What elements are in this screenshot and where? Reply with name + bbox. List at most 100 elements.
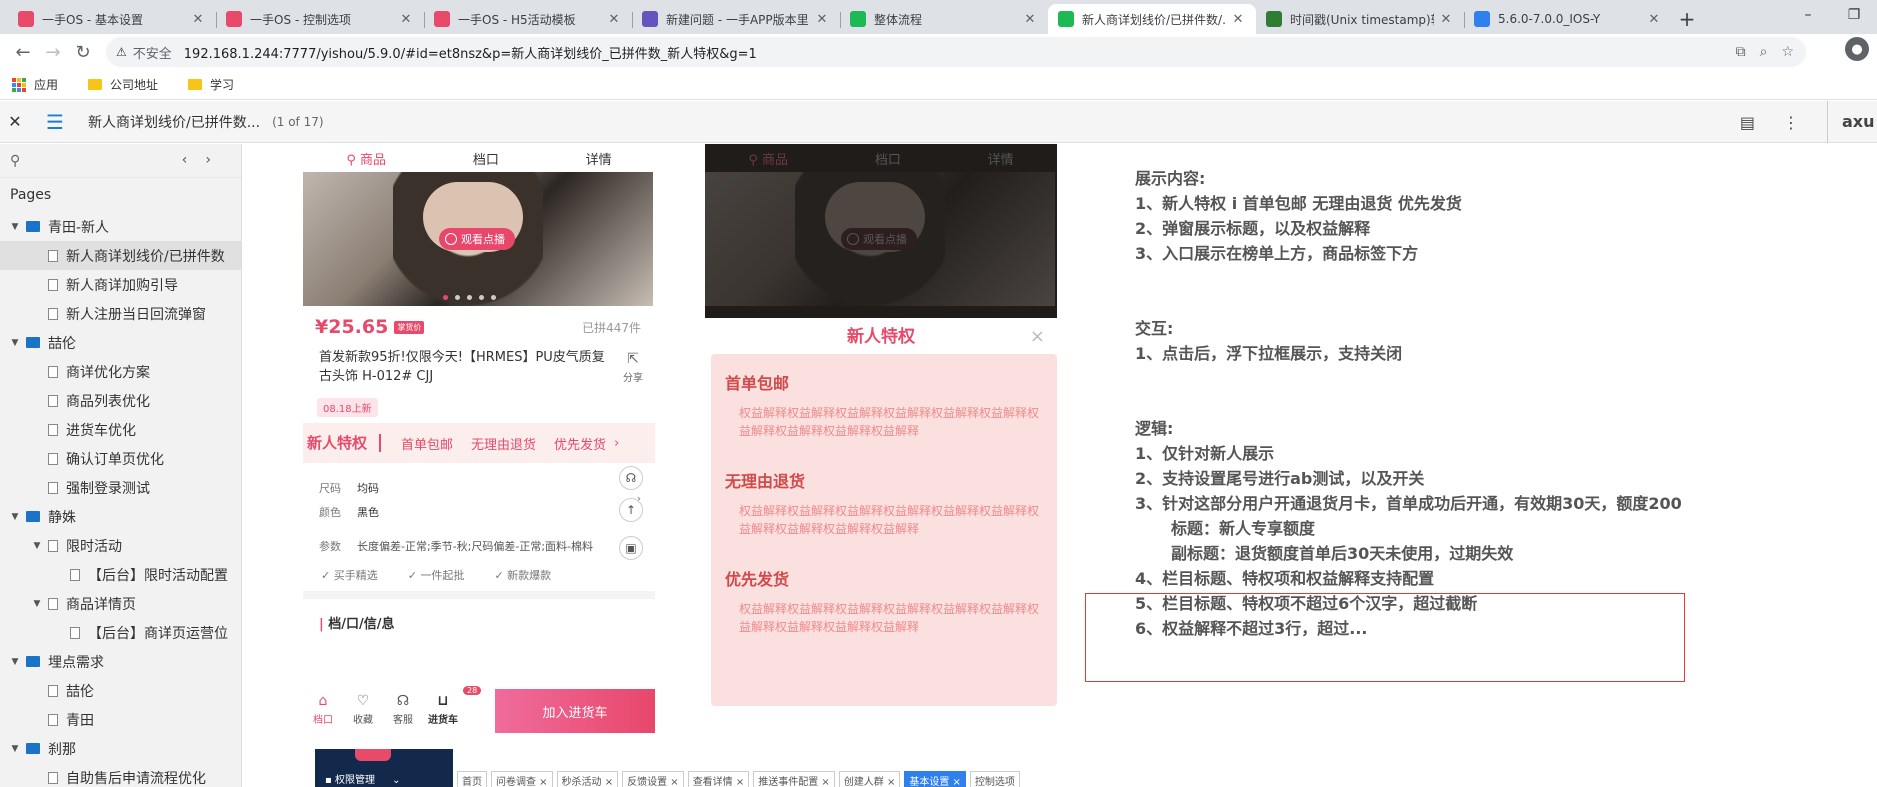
minimize-button[interactable]: –: [1785, 0, 1831, 30]
more-options-icon[interactable]: ⋮: [1783, 113, 1799, 132]
image-icon[interactable]: ▣: [619, 536, 643, 560]
url-text[interactable]: 192.168.1.244:7777/yishou/5.9.0/#id=et8n…: [184, 43, 757, 62]
backend-tab[interactable]: 反馈设置 ×: [622, 771, 684, 787]
caret-down-icon[interactable]: ▼: [8, 744, 22, 754]
tree-folder[interactable]: ▼ 静姝: [0, 502, 241, 531]
tree-page[interactable]: 进货车优化: [0, 415, 241, 444]
browser-tab[interactable]: 一手OS - H5活动模板 ✕: [424, 4, 632, 34]
close-sidebar-icon[interactable]: ✕: [0, 112, 30, 131]
tree-folder[interactable]: ▼ 埋点需求: [0, 647, 241, 676]
new-tab-button[interactable]: +: [1672, 4, 1702, 34]
browser-tab[interactable]: 整体流程 ✕: [840, 4, 1048, 34]
browser-tab[interactable]: 一手OS - 基本设置 ✕: [8, 4, 216, 34]
close-tab-icon[interactable]: ✕: [1022, 12, 1038, 27]
address-bar[interactable]: ⚠ 不安全 192.168.1.244:7777/yishou/5.9.0/#i…: [106, 37, 1806, 67]
close-tab-icon[interactable]: ✕: [398, 12, 414, 27]
page-nav-arrows[interactable]: ‹›: [182, 152, 229, 168]
bookmark-item[interactable]: 学习: [188, 76, 234, 93]
browser-tab[interactable]: 一手OS - 控制选项 ✕: [216, 4, 424, 34]
tree-page[interactable]: 【后台】限时活动配置: [0, 560, 241, 589]
reload-icon[interactable]: ↻: [68, 37, 98, 67]
bottom-cart[interactable]: ⊔ 进货车: [423, 693, 463, 726]
spec-section[interactable]: 尺码 均码 颜色 黑色 › 参数 长度偏差-正常;季节-秋;尺码偏差-正常;面料-棉料: [303, 463, 655, 559]
browser-tab[interactable]: 5.6.0-7.0.0_IOS-Y ✕: [1464, 4, 1672, 34]
caret-down-icon[interactable]: ▼: [30, 541, 44, 551]
tab-stall[interactable]: 档口: [473, 149, 499, 168]
profile-avatar-icon[interactable]: ●: [1845, 37, 1869, 61]
bottom-service[interactable]: ☊ 客服: [383, 693, 423, 726]
timestamp-icon: [1266, 11, 1282, 27]
tab-details[interactable]: 详情: [586, 149, 612, 168]
customer-service-icon[interactable]: ☊: [619, 466, 643, 490]
page-icon: [48, 278, 58, 291]
translate-icon[interactable]: ⧉: [1736, 44, 1746, 60]
tree-page[interactable]: 自助售后申请流程优化: [0, 763, 241, 787]
bookmark-item[interactable]: 应用: [12, 76, 58, 93]
backend-tab[interactable]: 首页: [457, 771, 487, 787]
caret-down-icon[interactable]: ▼: [8, 222, 22, 232]
browser-tab[interactable]: 新建问题 - 一手APP版本里 ✕: [632, 4, 840, 34]
backend-tab[interactable]: 基本设置 ×: [904, 771, 966, 787]
backend-tab[interactable]: 秒杀活动 ×: [556, 771, 619, 787]
tree-page[interactable]: ▼ 商品详情页: [0, 589, 241, 618]
price-tag: 掌货价: [394, 320, 425, 334]
chevron-right-icon: ›: [614, 435, 620, 451]
pages-sidebar: ⚲ ‹› Pages ▼ 青田-新人 新人商详划线价/已拼件数 新人商详加购引导 新人注…: [0, 144, 242, 787]
tree-page[interactable]: 确认订单页优化: [0, 444, 241, 473]
restore-button[interactable]: ❐: [1831, 0, 1877, 30]
backend-tab[interactable]: 控制选项: [969, 771, 1020, 787]
close-tab-icon[interactable]: ✕: [1230, 12, 1246, 27]
tab-product[interactable]: ⚲ 商品: [346, 149, 386, 168]
back-to-top-icon[interactable]: ↑: [619, 498, 643, 522]
tree-page[interactable]: 新人注册当日回流弹窗: [0, 299, 241, 328]
highlight-box: [1085, 593, 1685, 682]
tree-label: 商品详情页: [66, 596, 136, 613]
bookmark-item[interactable]: 公司地址: [88, 76, 158, 93]
tree-page[interactable]: 强制登录测试: [0, 473, 241, 502]
notes-icon[interactable]: ▤: [1740, 113, 1755, 132]
add-to-cart-button[interactable]: 加入进货车: [495, 689, 655, 733]
tree-folder[interactable]: ▼ 刹那: [0, 734, 241, 763]
backend-tab[interactable]: 推送事件配置 ×: [753, 771, 835, 787]
close-tab-icon[interactable]: ✕: [190, 12, 206, 27]
backend-tab[interactable]: 查看详情 ×: [687, 771, 750, 787]
close-tab-icon[interactable]: ✕: [606, 12, 622, 27]
bottom-store[interactable]: ⌂ 档口: [303, 693, 343, 726]
close-icon[interactable]: ×: [1030, 318, 1045, 356]
location-pin-icon: ⚲: [346, 152, 356, 168]
caret-down-icon[interactable]: ▼: [8, 657, 22, 667]
zoom-icon[interactable]: ⌕: [1760, 44, 1768, 60]
bottom-favorite[interactable]: ♡ 收藏: [343, 693, 383, 726]
tree-page[interactable]: 喆伦: [0, 676, 241, 705]
close-tab-icon[interactable]: ✕: [814, 12, 830, 27]
back-icon[interactable]: ←: [8, 37, 38, 67]
tree-page[interactable]: ▼ 限时活动: [0, 531, 241, 560]
tree-page[interactable]: 商品列表优化: [0, 386, 241, 415]
tree-page[interactable]: 新人商详划线价/已拼件数: [0, 241, 241, 270]
close-tab-icon[interactable]: ✕: [1438, 12, 1454, 27]
forward-icon[interactable]: →: [38, 37, 68, 67]
caret-down-icon[interactable]: ▼: [8, 512, 22, 522]
menu-icon[interactable]: ☰: [46, 110, 74, 134]
tab-title: 新建问题 - 一手APP版本里: [666, 12, 809, 27]
tree-page[interactable]: 新人商详加购引导: [0, 270, 241, 299]
play-video-button[interactable]: 观看点播: [439, 228, 515, 250]
browser-tab[interactable]: 新人商详划线价/已拼件数/... ✕: [1048, 4, 1256, 34]
tree-page[interactable]: 【后台】商详页运营位: [0, 618, 241, 647]
tree-folder[interactable]: ▼ 青田-新人: [0, 212, 241, 241]
backend-tab[interactable]: 问卷调查 ×: [491, 771, 553, 787]
newcomer-privilege-bar[interactable]: 新人特权 首单包邮 无理由退货 优先发货 ›: [303, 423, 655, 463]
tree-page[interactable]: 青田: [0, 705, 241, 734]
share-button[interactable]: ⇱ 分享: [623, 350, 643, 388]
tree-label: 青田: [66, 712, 94, 729]
caret-down-icon[interactable]: ▼: [30, 599, 44, 609]
close-tab-icon[interactable]: ✕: [1646, 12, 1662, 27]
tree-label: 商详优化方案: [66, 364, 150, 381]
sidebar-search[interactable]: ⚲ ‹›: [0, 144, 241, 178]
bookmark-star-icon[interactable]: ☆: [1781, 44, 1794, 60]
caret-down-icon[interactable]: ▼: [8, 338, 22, 348]
backend-tab[interactable]: 创建人群 ×: [838, 771, 901, 787]
tree-folder[interactable]: ▼ 喆伦: [0, 328, 241, 357]
browser-tab[interactable]: 时间戳(Unix timestamp)转 ✕: [1256, 4, 1464, 34]
tree-page[interactable]: 商详优化方案: [0, 357, 241, 386]
